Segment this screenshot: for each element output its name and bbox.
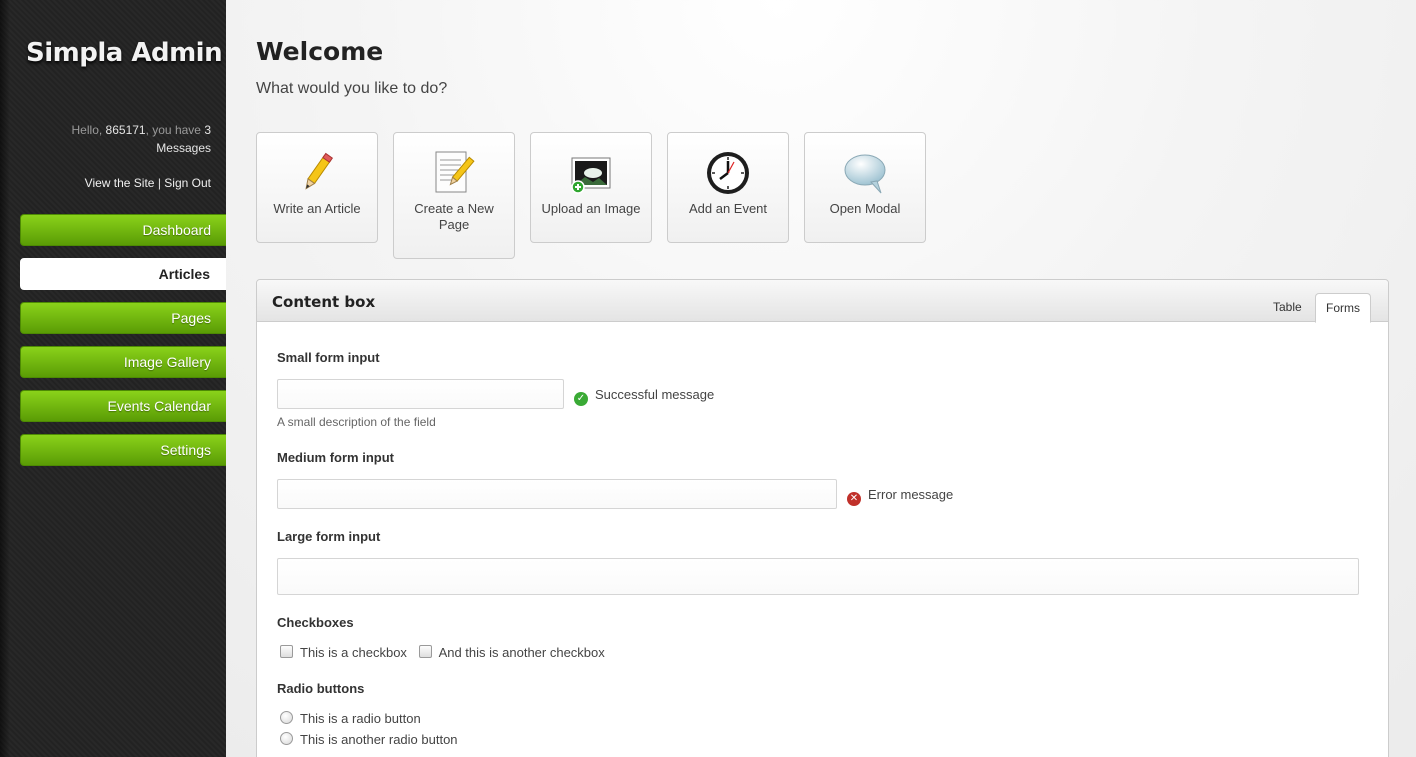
app-title: Simpla Admin xyxy=(26,38,223,68)
shortcut-open-modal[interactable]: Open Modal xyxy=(804,132,926,243)
sign-out-link[interactable]: Sign Out xyxy=(164,176,211,190)
content-box: Content box Table Forms Small form input… xyxy=(256,279,1389,757)
shortcut-label: Add an Event xyxy=(688,201,768,216)
shortcut-label: Upload an Image xyxy=(541,201,641,216)
user-links: View the Site | Sign Out xyxy=(84,176,211,190)
user-greeting: Hello, 865171, you have 3 Messages xyxy=(71,123,211,155)
radio-label: This is another radio button xyxy=(300,732,458,747)
large-form-input[interactable] xyxy=(277,558,1359,595)
clock-icon xyxy=(707,152,749,194)
speech-bubble-icon xyxy=(844,154,886,194)
page-subtitle: What would you like to do? xyxy=(256,80,448,97)
radio-option: This is another radio button xyxy=(280,732,458,748)
medium-form-input[interactable] xyxy=(277,479,837,509)
error-message: ✕ Error message xyxy=(847,487,953,506)
shortcut-create-page[interactable]: Create a New Page xyxy=(393,132,515,259)
shortcut-add-event[interactable]: Add an Event xyxy=(667,132,789,243)
large-input-label: Large form input xyxy=(277,529,381,544)
radio-button[interactable] xyxy=(280,732,293,745)
checkbox[interactable] xyxy=(280,645,293,658)
username-link[interactable]: 865171 xyxy=(106,123,146,137)
radio-option: This is a radio button xyxy=(280,711,421,727)
content-box-title: Content box xyxy=(272,293,376,311)
small-input-label: Small form input xyxy=(277,350,380,365)
checkbox-label: This is a checkbox xyxy=(300,645,407,660)
checkbox-label: And this is another checkbox xyxy=(438,645,605,660)
shortcut-label: Open Modal xyxy=(829,201,901,216)
radio-button[interactable] xyxy=(280,711,293,724)
success-message: ✓ Successful message xyxy=(574,387,714,406)
sidebar-item-image-gallery[interactable]: Image Gallery xyxy=(20,346,226,378)
page-title: Welcome xyxy=(256,37,384,66)
checkbox-group: This is a checkbox And this is another c… xyxy=(280,645,613,661)
shortcut-label: Create a New Page xyxy=(414,201,494,232)
content-box-header: Content box Table Forms xyxy=(257,280,1388,323)
check-icon: ✓ xyxy=(574,392,588,406)
message-count-link[interactable]: 3 xyxy=(204,123,211,137)
sidebar-item-events-calendar[interactable]: Events Calendar xyxy=(20,390,226,422)
sidebar-item-dashboard[interactable]: Dashboard xyxy=(20,214,226,246)
radio-buttons-label: Radio buttons xyxy=(277,681,365,696)
document-pencil-icon xyxy=(435,151,475,193)
radio-label: This is a radio button xyxy=(300,711,421,726)
shortcut-write-article[interactable]: Write an Article xyxy=(256,132,378,243)
sidebar: Simpla Admin Hello, 865171, you have 3 M… xyxy=(0,0,226,757)
field-description: A small description of the field xyxy=(277,415,436,429)
messages-link[interactable]: Messages xyxy=(156,141,211,155)
view-site-link[interactable]: View the Site xyxy=(85,176,155,190)
pencil-icon xyxy=(305,152,334,190)
sidebar-item-pages[interactable]: Pages xyxy=(20,302,226,334)
error-icon: ✕ xyxy=(847,492,861,506)
sidebar-item-settings[interactable]: Settings xyxy=(20,434,226,466)
sidebar-item-articles[interactable]: Articles xyxy=(20,258,226,290)
tab-table[interactable]: Table xyxy=(1263,293,1312,323)
checkbox[interactable] xyxy=(418,645,432,658)
checkboxes-label: Checkboxes xyxy=(277,615,354,630)
shortcut-label: Write an Article xyxy=(273,201,361,216)
tab-forms[interactable]: Forms xyxy=(1315,293,1371,323)
shortcut-upload-image[interactable]: Upload an Image xyxy=(530,132,652,243)
small-form-input[interactable] xyxy=(277,379,564,409)
medium-input-label: Medium form input xyxy=(277,450,394,465)
image-upload-icon xyxy=(571,157,611,194)
